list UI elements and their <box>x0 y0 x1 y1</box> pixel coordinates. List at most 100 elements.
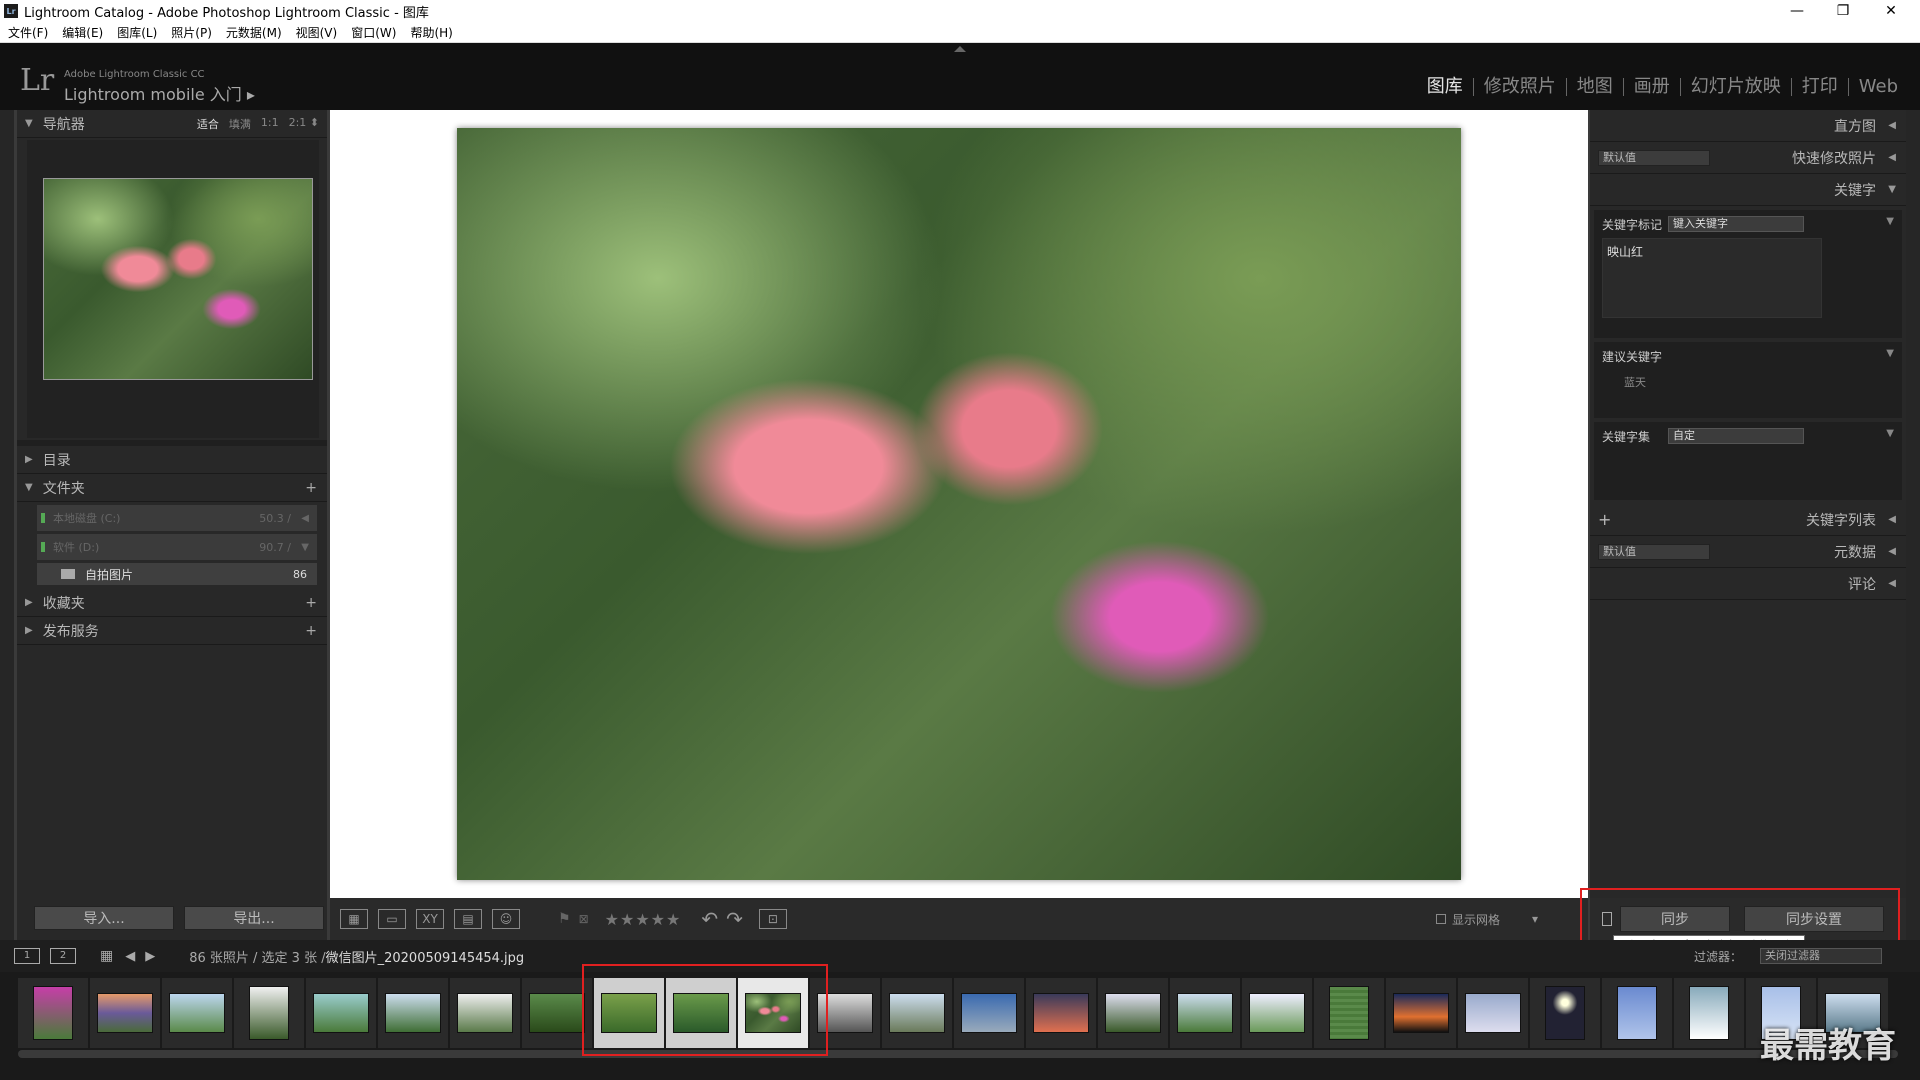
keyword-set-select[interactable]: 自定 <box>1668 428 1804 444</box>
survey-view-icon[interactable]: ▤ <box>454 909 482 929</box>
minimize-button[interactable]: — <box>1774 0 1820 22</box>
module-book[interactable]: 画册 <box>1624 78 1681 96</box>
current-filename[interactable]: 微信图片_20200509145454.jpg <box>326 947 525 966</box>
module-slideshow[interactable]: 幻灯片放映 <box>1681 78 1792 96</box>
filmstrip-thumb[interactable] <box>1314 978 1384 1048</box>
folders-header[interactable]: ▼ 文件夹 + <box>17 474 327 502</box>
filmstrip-thumb[interactable] <box>378 978 448 1048</box>
zoom-fill[interactable]: 填满 <box>229 116 251 132</box>
menu-file[interactable]: 文件(F) <box>8 24 48 41</box>
filmstrip-thumb[interactable] <box>954 978 1024 1048</box>
filmstrip-thumb[interactable] <box>306 978 376 1048</box>
rotate-right-icon[interactable]: ↷ <box>726 907 743 931</box>
keyword-list-header[interactable]: + 关键字列表 ◀ <box>1590 504 1906 536</box>
metadata-header[interactable]: 默认值 元数据 ◀ <box>1590 536 1906 568</box>
filter-select[interactable]: 关闭过滤器 <box>1760 948 1882 964</box>
main-photo[interactable] <box>457 128 1461 880</box>
filmstrip-thumb[interactable] <box>1386 978 1456 1048</box>
preset-select[interactable]: 默认值 <box>1598 150 1710 166</box>
export-button[interactable]: 导出... <box>184 906 324 930</box>
menu-photo[interactable]: 照片(P) <box>171 24 212 41</box>
maximize-button[interactable]: ❐ <box>1820 0 1866 22</box>
module-web[interactable]: Web <box>1849 78 1908 96</box>
filmstrip-thumb[interactable] <box>1458 978 1528 1048</box>
add-keyword-icon[interactable]: + <box>1598 510 1611 529</box>
rotate-left-icon[interactable]: ↶ <box>701 907 718 931</box>
filmstrip-thumb[interactable] <box>450 978 520 1048</box>
histogram-header[interactable]: 直方图 ◀ <box>1590 110 1906 142</box>
menu-library[interactable]: 图库(L) <box>117 24 157 41</box>
navigator-thumbnail[interactable] <box>43 178 313 380</box>
menu-view[interactable]: 视图(V) <box>296 24 338 41</box>
compare-view-icon[interactable]: XY <box>416 909 444 929</box>
filmstrip <box>0 972 1920 1080</box>
menu-window[interactable]: 窗口(W) <box>351 24 396 41</box>
secondary-monitor-button[interactable]: 2 <box>50 948 76 964</box>
zoom-fit[interactable]: 适合 <box>197 116 219 132</box>
suggested-keyword[interactable]: 蓝天 <box>1624 374 1646 390</box>
people-view-icon[interactable]: ☺ <box>492 909 520 929</box>
checkbox-icon[interactable] <box>1435 914 1446 924</box>
toolbar-menu-icon[interactable]: ▾ <box>1532 912 1538 926</box>
toolbar: ▦ ▭ XY ▤ ☺ ⚑ ⊠ ★★★★★ ↶ ↷ ⊡ 显示网格 ▾ <box>330 898 1588 940</box>
primary-monitor-button[interactable]: 1 <box>14 948 40 964</box>
grid-icon[interactable]: ▦ <box>100 948 113 964</box>
volume-c[interactable]: 本地磁盘 (C:) 50.3 / ◀ <box>37 505 317 531</box>
metadata-preset-select[interactable]: 默认值 <box>1598 544 1710 560</box>
filmstrip-thumb[interactable] <box>1674 978 1744 1048</box>
collections-header[interactable]: ▶ 收藏夹 + <box>17 589 327 617</box>
catalog-header[interactable]: ▶ 目录 <box>17 446 327 474</box>
left-panel-toggle[interactable] <box>0 110 14 970</box>
lightroom-app-icon: Lr <box>4 4 18 18</box>
forward-arrow-icon[interactable]: ▶ <box>145 949 155 964</box>
menu-edit[interactable]: 编辑(E) <box>62 24 103 41</box>
filmstrip-thumb[interactable] <box>1242 978 1312 1048</box>
filmstrip-thumb[interactable] <box>18 978 88 1048</box>
keyword-text-area[interactable]: 映山红 <box>1602 238 1822 318</box>
filmstrip-thumb[interactable] <box>162 978 232 1048</box>
filmstrip-thumb[interactable] <box>1098 978 1168 1048</box>
loupe-view-icon[interactable]: ▭ <box>378 909 406 929</box>
filmstrip-thumb[interactable] <box>234 978 304 1048</box>
zoom-2-1[interactable]: 2:1 ⬍ <box>289 116 319 132</box>
collapse-left-icon[interactable]: ◀ <box>301 513 309 524</box>
collapse-top-arrow-icon[interactable] <box>954 46 966 52</box>
filmstrip-thumb[interactable] <box>1170 978 1240 1048</box>
filmstrip-thumb[interactable] <box>1026 978 1096 1048</box>
keyword-tags-select[interactable]: 键入关键字 <box>1668 216 1804 232</box>
back-arrow-icon[interactable]: ◀ <box>125 949 135 964</box>
filmstrip-thumb[interactable] <box>882 978 952 1048</box>
folder-row[interactable]: 自拍图片 86 <box>37 563 317 585</box>
module-library[interactable]: 图库 <box>1417 78 1474 96</box>
zoom-1-1[interactable]: 1:1 <box>261 116 279 132</box>
add-collection-icon[interactable]: + <box>305 595 317 611</box>
mobile-getting-started[interactable]: Lightroom mobile 入门 ▸ <box>64 81 255 105</box>
show-grid-toggle[interactable]: 显示网格 ▾ <box>1435 911 1538 928</box>
grid-view-icon[interactable]: ▦ <box>340 909 368 929</box>
reject-flag-icon[interactable]: ⊠ <box>579 912 589 926</box>
volume-d[interactable]: 软件 (D:) 90.7 / ▼ <box>37 534 317 560</box>
module-develop[interactable]: 修改照片 <box>1474 78 1567 96</box>
right-panel-toggle[interactable] <box>1906 110 1920 970</box>
add-publish-icon[interactable]: + <box>305 623 317 639</box>
module-print[interactable]: 打印 <box>1792 78 1849 96</box>
module-map[interactable]: 地图 <box>1567 78 1624 96</box>
crop-icon[interactable]: ⊡ <box>758 909 787 929</box>
expand-triangle-icon[interactable]: ▼ <box>301 542 309 553</box>
filmstrip-thumb[interactable] <box>1530 978 1600 1048</box>
quick-develop-header[interactable]: 默认值 快速修改照片 ◀ <box>1590 142 1906 174</box>
menu-metadata[interactable]: 元数据(M) <box>226 24 282 41</box>
flag-icon[interactable]: ⚑ <box>558 911 571 927</box>
publish-header[interactable]: ▶ 发布服务 + <box>17 617 327 645</box>
comments-header[interactable]: 评论 ◀ <box>1590 568 1906 600</box>
filmstrip-thumb[interactable] <box>90 978 160 1048</box>
filmstrip-thumb[interactable] <box>1602 978 1672 1048</box>
add-folder-icon[interactable]: + <box>305 480 317 496</box>
navigator-header[interactable]: ▼ 导航器 适合 填满 1:1 2:1 ⬍ <box>17 110 327 138</box>
filmstrip-scrollbar[interactable] <box>18 1050 1898 1058</box>
star-rating[interactable]: ★★★★★ <box>605 910 682 929</box>
keywording-header[interactable]: 关键字 ▼ <box>1590 174 1906 206</box>
close-button[interactable]: ✕ <box>1868 0 1914 22</box>
import-button[interactable]: 导入... <box>34 906 174 930</box>
menu-help[interactable]: 帮助(H) <box>410 24 452 41</box>
